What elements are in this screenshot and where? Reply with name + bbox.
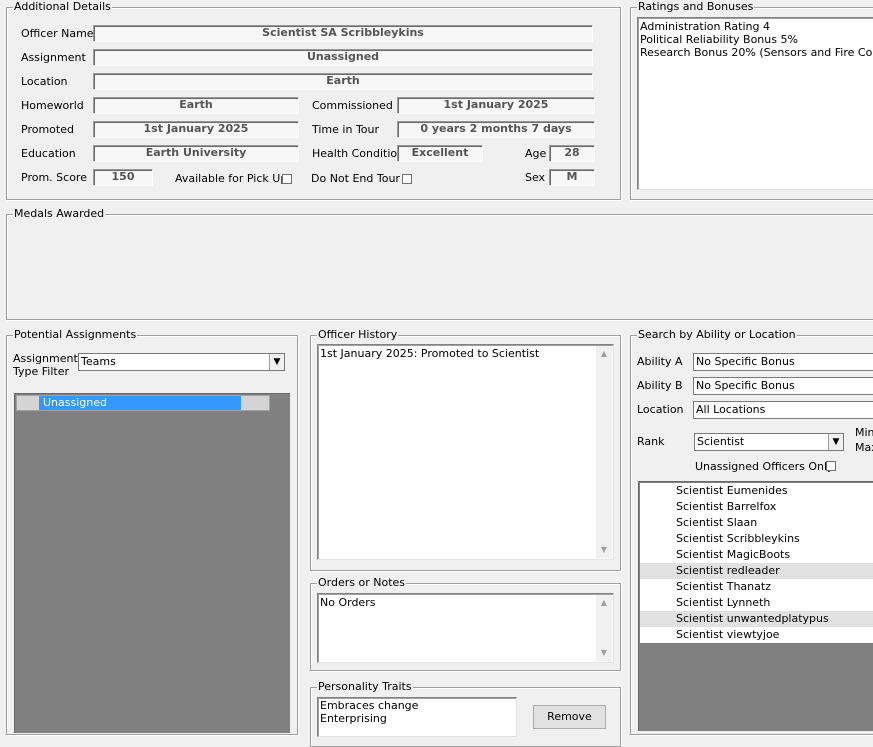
assignment-type-filter-select[interactable]: Teams ▼ [78,353,285,371]
promoted-label: Promoted [21,123,74,136]
ratings-list: Administration Rating 4 Political Reliab… [637,17,873,190]
chevron-down-icon[interactable]: ▼ [269,354,284,370]
homeworld-label: Homeworld [21,99,84,112]
assignment-type-filter-value: Teams [81,355,116,368]
orders-box[interactable]: No Orders ▲ ▼ [317,593,614,663]
trait-item[interactable]: Embraces change [318,699,516,712]
additional-details-legend: Additional Details [13,0,112,14]
rank-value: Scientist [697,435,745,448]
health-label: Health Condition [312,147,405,160]
chevron-down-icon[interactable]: ▼ [828,434,843,450]
officer-history-legend: Officer History [317,328,399,342]
search-legend: Search by Ability or Location [637,328,797,342]
rating-line: Research Bonus 20% (Sensors and Fire Con… [640,46,873,59]
orders-scrollbar[interactable]: ▲ ▼ [596,595,612,661]
officer-list-item[interactable]: Scientist unwantedplatypus [640,611,873,627]
age-field: 28 [549,145,595,162]
history-scrollbar[interactable]: ▲ ▼ [596,346,612,558]
ratings-legend: Ratings and Bonuses [637,0,755,14]
officer-list-item[interactable]: Scientist Thanatz [640,579,873,595]
ability-b-value: No Specific Bonus [696,379,795,392]
commissioned-field: 1st January 2025 [397,97,595,114]
time-in-tour-field: 0 years 2 months 7 days [397,121,595,138]
unassigned-only-checkbox[interactable] [826,461,836,471]
ability-b-select[interactable]: No Specific Bonus [693,377,873,395]
orders-line: No Orders [320,596,376,609]
pickup-checkbox[interactable] [282,174,292,184]
ability-a-value: No Specific Bonus [696,355,795,368]
tree-item-label: Unassigned [43,396,107,409]
personality-traits-legend: Personality Traits [317,680,413,694]
unassigned-only-label: Unassigned Officers Only [695,460,834,473]
officer-list-item[interactable]: Scientist Slaan [640,515,873,531]
search-location-label: Location [637,403,684,416]
potential-assignments-legend: Potential Assignments [13,328,138,342]
scroll-up-icon[interactable]: ▲ [596,595,612,611]
rank-label: Rank [637,435,665,448]
history-line: 1st January 2025: Promoted to Scientist [320,347,540,360]
ability-a-select[interactable]: No Specific Bonus [693,353,873,371]
ability-b-label: Ability B [637,379,683,392]
traits-list[interactable]: Embraces change Enterprising [317,697,517,737]
officer-list-item[interactable]: Scientist Lynneth [640,595,873,611]
assignment-field: Unassigned [93,49,593,66]
officer-name-field: Scientist SA Scribbleykins [93,25,593,42]
age-label: Age [525,147,547,160]
location-label: Location [21,75,68,88]
assignment-type-filter-label: Assignment [13,352,78,365]
officer-list-item[interactable]: Scientist Eumenides [640,483,873,499]
officer-list-item[interactable]: Scientist Scribbleykins [640,531,873,547]
medals-legend: Medals Awarded [13,207,106,221]
assignment-type-filter-label-2: Type Filter [13,365,70,378]
homeworld-field: Earth [93,97,299,114]
officer-list-item[interactable]: Scientist redleader [640,563,873,579]
sex-label: Sex [525,171,546,184]
remove-trait-button[interactable]: Remove [533,705,606,729]
do-not-end-label: Do Not End Tour [311,172,400,185]
commissioned-label: Commissioned [312,99,393,112]
search-location-value: All Locations [696,403,766,416]
officer-list-item[interactable]: Scientist Barrelfox [640,499,873,515]
rank-select[interactable]: Scientist ▼ [694,433,844,451]
time-in-tour-label: Time in Tour [312,123,380,136]
medals-group: Medals Awarded [6,207,873,320]
sex-field: M [549,169,595,186]
min-label: Min [855,426,873,439]
pickup-label: Available for Pick Up [175,172,288,185]
health-field: Excellent [397,145,483,162]
rating-line: Administration Rating 4 [640,20,770,33]
tree-item-row[interactable]: Unassigned [16,395,270,411]
scroll-up-icon[interactable]: ▲ [596,346,612,362]
max-label: Max [855,441,873,454]
tree-item-selected[interactable]: Unassigned [39,396,241,410]
location-field: Earth [93,73,593,90]
prom-score-label: Prom. Score [21,171,87,184]
prom-score-field: 150 [93,169,153,186]
trait-item[interactable]: Enterprising [318,712,516,725]
education-field: Earth University [93,145,299,162]
promoted-field: 1st January 2025 [93,121,299,138]
rating-line: Political Reliability Bonus 5% [640,33,798,46]
ability-a-label: Ability A [637,355,683,368]
officer-search-results[interactable]: Scientist Eumenides Scientist Barrelfox … [638,481,873,731]
officer-history-box[interactable]: 1st January 2025: Promoted to Scientist … [317,344,614,560]
officer-list-item[interactable]: Scientist MagicBoots [640,547,873,563]
education-label: Education [21,147,76,160]
scroll-down-icon[interactable]: ▼ [596,645,612,661]
assignment-tree[interactable]: Unassigned [14,393,290,733]
assignment-label: Assignment [21,51,86,64]
scroll-down-icon[interactable]: ▼ [596,542,612,558]
officer-name-label: Officer Name [21,27,94,40]
do-not-end-checkbox[interactable] [402,174,412,184]
officer-list-item[interactable]: Scientist viewtyjoe [640,627,873,643]
search-location-select[interactable]: All Locations [693,401,873,419]
remove-trait-label: Remove [547,710,592,723]
orders-legend: Orders or Notes [317,576,407,590]
